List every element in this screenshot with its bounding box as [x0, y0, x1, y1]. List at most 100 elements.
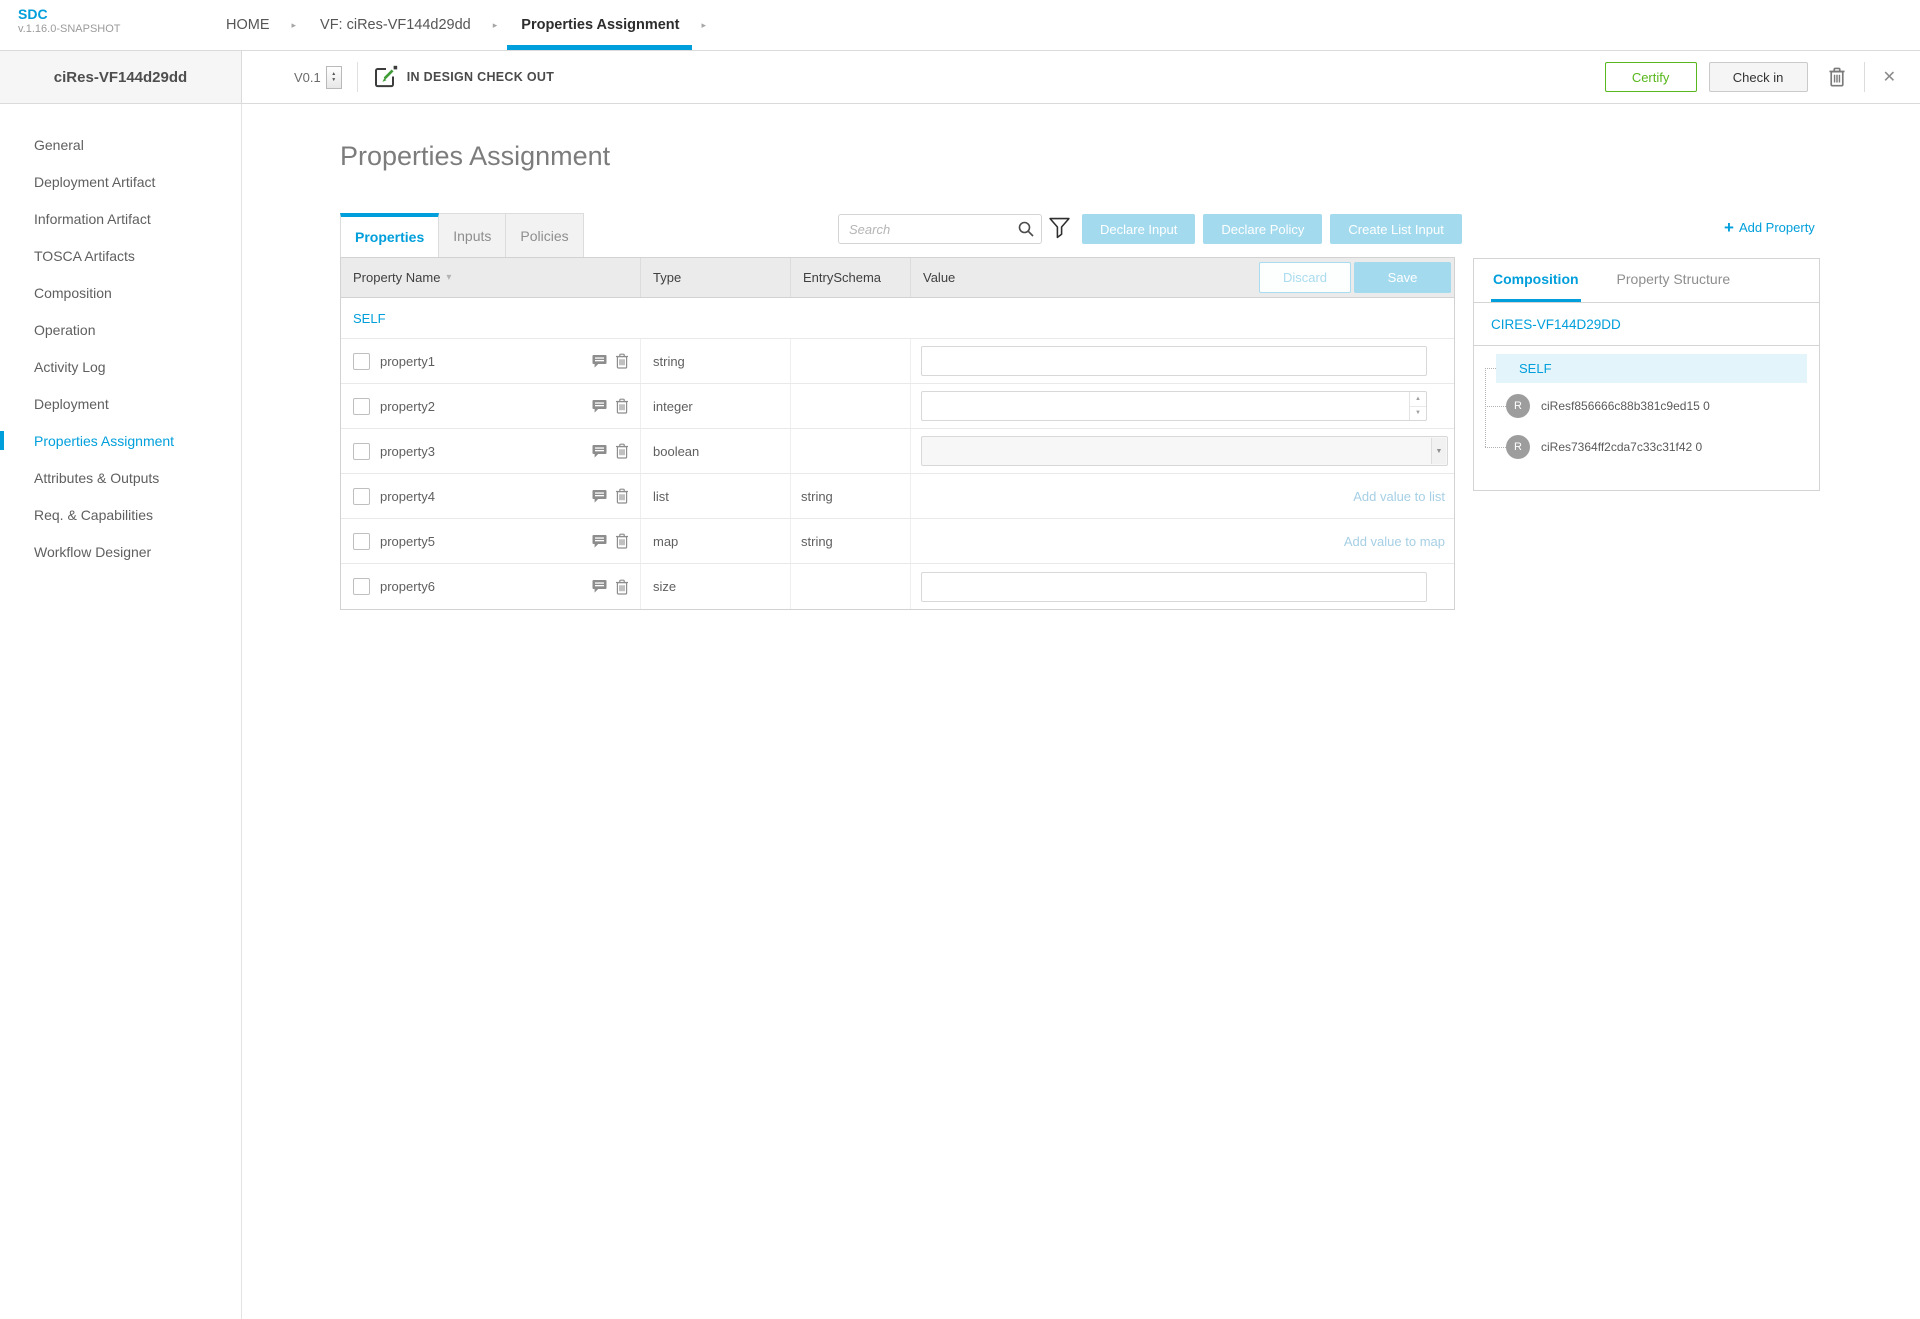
- checkout-edit-icon: [373, 65, 398, 89]
- panel-tab[interactable]: Composition: [1491, 259, 1581, 302]
- number-spinner[interactable]: ▲ ▼: [1409, 392, 1426, 420]
- row-checkbox[interactable]: [353, 488, 370, 505]
- value-cell: ▲ ▼: [911, 384, 1454, 428]
- comment-icon[interactable]: [592, 534, 607, 549]
- tab[interactable]: Inputs: [439, 213, 506, 257]
- table-row: property3: [341, 429, 1454, 474]
- breadcrumb-arrow-icon: ▸: [493, 20, 498, 31]
- row-icons: [584, 579, 629, 595]
- comment-icon[interactable]: [592, 399, 607, 414]
- composition-root-link[interactable]: CIRES-VF144D29DD: [1491, 317, 1621, 332]
- discard-button[interactable]: Discard: [1259, 262, 1351, 293]
- tree-connector: [1485, 447, 1506, 448]
- breadcrumb-item[interactable]: HOME ▸: [212, 0, 306, 50]
- sidebar-item-label: Deployment: [34, 396, 109, 412]
- search-input[interactable]: [838, 214, 1042, 244]
- value-number-input[interactable]: [921, 391, 1427, 421]
- comment-icon[interactable]: [592, 354, 607, 369]
- main-content: Properties Assignment PropertiesInputsPo…: [242, 104, 1920, 1319]
- delete-row-icon[interactable]: [615, 488, 629, 504]
- sidebar-item[interactable]: Information Artifact: [0, 200, 241, 237]
- sidebar-item[interactable]: Deployment: [0, 385, 241, 422]
- breadcrumb-item[interactable]: Properties Assignment ▸: [507, 0, 716, 50]
- entryschema-cell: [791, 429, 911, 473]
- delete-row-icon[interactable]: [615, 398, 629, 414]
- sidebar-item[interactable]: General: [0, 126, 241, 163]
- row-checkbox[interactable]: [353, 578, 370, 595]
- sidebar-item[interactable]: Activity Log: [0, 348, 241, 385]
- save-button[interactable]: Save: [1354, 262, 1451, 293]
- table-row: property6: [341, 564, 1454, 609]
- divider: [1864, 62, 1865, 92]
- entryschema-cell: [791, 564, 911, 609]
- entryschema-cell: string: [791, 474, 911, 518]
- row-checkbox[interactable]: [353, 353, 370, 370]
- certify-button[interactable]: Certify: [1605, 62, 1697, 92]
- comment-icon[interactable]: [592, 444, 607, 459]
- sidebar-item[interactable]: TOSCA Artifacts: [0, 237, 241, 274]
- sort-caret-icon: ▾: [446, 272, 451, 283]
- sidebar-item[interactable]: Attributes & Outputs: [0, 459, 241, 496]
- check-in-button[interactable]: Check in: [1709, 62, 1808, 92]
- declare-action-button[interactable]: Declare Input: [1082, 214, 1195, 244]
- sidebar-item[interactable]: Operation: [0, 311, 241, 348]
- table-rows: property1: [341, 339, 1454, 609]
- table-row: property5: [341, 519, 1454, 564]
- value-text-input[interactable]: [921, 346, 1427, 376]
- lifecycle-status: IN DESIGN CHECK OUT: [407, 70, 554, 84]
- delete-row-icon[interactable]: [615, 353, 629, 369]
- row-checkbox[interactable]: [353, 443, 370, 460]
- column-header-property-name[interactable]: Property Name ▾: [341, 258, 641, 297]
- tree-node-self[interactable]: SELF: [1496, 354, 1807, 383]
- property-name-cell: property4: [341, 474, 641, 518]
- table-row: property4: [341, 474, 1454, 519]
- delete-row-icon[interactable]: [615, 443, 629, 459]
- table-header: Property Name ▾ Type EntrySchema Value D…: [341, 258, 1454, 298]
- declare-action-button[interactable]: Create List Input: [1330, 214, 1461, 244]
- comment-icon[interactable]: [592, 489, 607, 504]
- type-cell: boolean: [641, 429, 791, 473]
- value-text-input[interactable]: [921, 572, 1427, 602]
- tree-node-instance[interactable]: R ciRes7364ff2cda7c33c31f42 0: [1506, 435, 1807, 459]
- breadcrumb-item[interactable]: VF: ciRes-VF144d29dd ▸: [306, 0, 507, 50]
- sidebar-item[interactable]: Deployment Artifact: [0, 163, 241, 200]
- declare-action-button[interactable]: Declare Policy: [1203, 214, 1322, 244]
- delete-icon[interactable]: [1828, 67, 1846, 87]
- value-cell: ▼: [911, 429, 1454, 473]
- sidebar-item[interactable]: Composition: [0, 274, 241, 311]
- value-select[interactable]: ▼: [921, 436, 1448, 466]
- breadcrumb: HOME ▸ VF: ciRes-VF144d29dd ▸ Properties…: [212, 0, 716, 50]
- sdc-logo[interactable]: SDC v.1.16.0-SNAPSHOT: [18, 7, 121, 36]
- delete-row-icon[interactable]: [615, 579, 629, 595]
- property-name-cell: property1: [341, 339, 641, 383]
- row-checkbox[interactable]: [353, 533, 370, 550]
- property-name: property2: [380, 399, 435, 414]
- row-checkbox[interactable]: [353, 398, 370, 415]
- filter-icon[interactable]: [1048, 216, 1071, 240]
- self-group-link[interactable]: SELF: [353, 311, 386, 326]
- sidebar-item[interactable]: Workflow Designer: [0, 533, 241, 570]
- tab[interactable]: Policies: [506, 213, 583, 257]
- add-property-button[interactable]: + Add Property: [1724, 220, 1815, 235]
- spinner-up-icon[interactable]: ▲: [1410, 392, 1426, 407]
- value-cell: [911, 339, 1454, 383]
- version-spinner[interactable]: ▲ ▼: [326, 66, 342, 89]
- type-cell: string: [641, 339, 791, 383]
- add-value-link[interactable]: Add value to list: [921, 489, 1454, 504]
- panel-tab[interactable]: Property Structure: [1615, 259, 1733, 302]
- version-selector[interactable]: V0.1 ▲ ▼: [294, 66, 342, 89]
- close-icon[interactable]: ✕: [1883, 67, 1896, 87]
- tab[interactable]: Properties: [340, 213, 439, 257]
- sidebar-item[interactable]: Properties Assignment: [0, 422, 241, 459]
- tree-node-instance[interactable]: R ciResf856666c88b381c9ed15 0: [1506, 394, 1807, 418]
- delete-row-icon[interactable]: [615, 533, 629, 549]
- plus-icon: +: [1724, 221, 1734, 235]
- spinner-down-icon[interactable]: ▼: [1410, 407, 1426, 421]
- composition-root-row: CIRES-VF144D29DD: [1474, 303, 1819, 346]
- sidebar-item[interactable]: Req. & Capabilities: [0, 496, 241, 533]
- add-value-link[interactable]: Add value to map: [921, 534, 1454, 549]
- comment-icon[interactable]: [592, 579, 607, 594]
- search-icon[interactable]: [1018, 221, 1034, 237]
- properties-table: Property Name ▾ Type EntrySchema Value D…: [340, 257, 1455, 610]
- version-label: V0.1: [294, 70, 321, 85]
